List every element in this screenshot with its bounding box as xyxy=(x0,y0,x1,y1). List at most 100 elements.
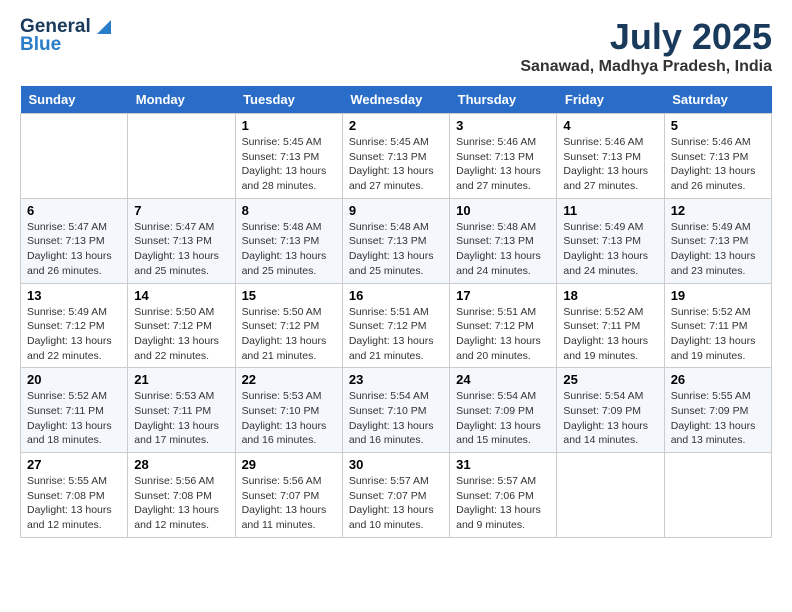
calendar-cell xyxy=(664,453,771,538)
calendar-cell: 15Sunrise: 5:50 AM Sunset: 7:12 PM Dayli… xyxy=(235,283,342,368)
calendar-cell: 10 Sunrise: 5:48 AM Sunset: 7:13 PM Dayli… xyxy=(450,198,557,283)
day-info: Sunrise: 5:48 AM Sunset: 7:13 PM Dayligh… xyxy=(456,220,550,279)
calendar-body: 1 Sunrise: 5:45 AM Sunset: 7:13 PM Daylig… xyxy=(21,114,772,538)
day-info: Sunrise: 5:55 AM Sunset: 7:09 PM Dayligh… xyxy=(671,389,765,448)
calendar-cell: 27Sunrise: 5:55 AM Sunset: 7:08 PM Dayli… xyxy=(21,453,128,538)
day-number: 6 xyxy=(27,203,121,218)
logo-icon xyxy=(93,16,115,38)
calendar-cell: 28 Sunrise: 5:56 AM Sunset: 7:08 PM Dayli… xyxy=(128,453,235,538)
calendar-week-row: 13 Sunrise: 5:49 AM Sunset: 7:12 PM Dayli… xyxy=(21,283,772,368)
day-number: 13 xyxy=(27,288,121,303)
day-info: Sunrise: 5:45 AM Sunset: 7:13 PM Dayligh… xyxy=(242,135,336,194)
day-number: 12 xyxy=(671,203,765,218)
day-number: 24 xyxy=(456,372,550,387)
calendar-table: SundayMondayTuesdayWednesdayThursdayFrid… xyxy=(20,86,772,538)
calendar-cell: 19 Sunrise: 5:52 AM Sunset: 7:11 PM Dayli… xyxy=(664,283,771,368)
day-info: Sunrise: 5:54 AM Sunset: 7:09 PM Dayligh… xyxy=(456,389,550,448)
calendar-cell: 8 Sunrise: 5:48 AM Sunset: 7:13 PM Daylig… xyxy=(235,198,342,283)
calendar-cell: 31Sunrise: 5:57 AM Sunset: 7:06 PM Dayli… xyxy=(450,453,557,538)
calendar-cell: 29 Sunrise: 5:56 AM Sunset: 7:07 PM Dayli… xyxy=(235,453,342,538)
calendar-cell: 23 Sunrise: 5:54 AM Sunset: 7:10 PM Dayli… xyxy=(342,368,449,453)
calendar-cell: 22 Sunrise: 5:53 AM Sunset: 7:10 PM Dayli… xyxy=(235,368,342,453)
day-info: Sunrise: 5:49 AM Sunset: 7:12 PM Dayligh… xyxy=(27,305,121,364)
day-of-week-header: Sunday xyxy=(21,86,128,114)
calendar-cell: 26 Sunrise: 5:55 AM Sunset: 7:09 PM Dayli… xyxy=(664,368,771,453)
day-number: 4 xyxy=(563,118,657,133)
day-info: Sunrise: 5:52 AM Sunset: 7:11 PM Dayligh… xyxy=(563,305,657,364)
calendar-cell xyxy=(21,114,128,199)
day-number: 8 xyxy=(242,203,336,218)
day-number: 29 xyxy=(242,457,336,472)
day-number: 22 xyxy=(242,372,336,387)
calendar-cell: 12 Sunrise: 5:49 AM Sunset: 7:13 PM Dayli… xyxy=(664,198,771,283)
calendar-cell: 5Sunrise: 5:46 AM Sunset: 7:13 PM Daylig… xyxy=(664,114,771,199)
calendar-cell: 3 Sunrise: 5:46 AM Sunset: 7:13 PM Daylig… xyxy=(450,114,557,199)
day-number: 7 xyxy=(134,203,228,218)
day-of-week-header: Wednesday xyxy=(342,86,449,114)
day-of-week-header: Thursday xyxy=(450,86,557,114)
day-number: 19 xyxy=(671,288,765,303)
calendar-cell: 13 Sunrise: 5:49 AM Sunset: 7:12 PM Dayli… xyxy=(21,283,128,368)
day-of-week-header: Saturday xyxy=(664,86,771,114)
calendar-header-row: SundayMondayTuesdayWednesdayThursdayFrid… xyxy=(21,86,772,114)
day-info: Sunrise: 5:50 AM Sunset: 7:12 PM Dayligh… xyxy=(134,305,228,364)
calendar-cell: 17 Sunrise: 5:51 AM Sunset: 7:12 PM Dayli… xyxy=(450,283,557,368)
day-info: Sunrise: 5:46 AM Sunset: 7:13 PM Dayligh… xyxy=(563,135,657,194)
location-title: Sanawad, Madhya Pradesh, India xyxy=(520,58,772,76)
calendar-cell: 20Sunrise: 5:52 AM Sunset: 7:11 PM Dayli… xyxy=(21,368,128,453)
logo-blue-text: Blue xyxy=(20,34,61,56)
day-number: 30 xyxy=(349,457,443,472)
day-number: 27 xyxy=(27,457,121,472)
day-info: Sunrise: 5:52 AM Sunset: 7:11 PM Dayligh… xyxy=(671,305,765,364)
day-number: 10 xyxy=(456,203,550,218)
day-number: 28 xyxy=(134,457,228,472)
day-info: Sunrise: 5:49 AM Sunset: 7:13 PM Dayligh… xyxy=(563,220,657,279)
day-of-week-header: Tuesday xyxy=(235,86,342,114)
day-info: Sunrise: 5:47 AM Sunset: 7:13 PM Dayligh… xyxy=(134,220,228,279)
day-number: 18 xyxy=(563,288,657,303)
day-number: 3 xyxy=(456,118,550,133)
calendar-cell: 2 Sunrise: 5:45 AM Sunset: 7:13 PM Daylig… xyxy=(342,114,449,199)
day-number: 2 xyxy=(349,118,443,133)
day-number: 23 xyxy=(349,372,443,387)
calendar-cell: 14Sunrise: 5:50 AM Sunset: 7:12 PM Dayli… xyxy=(128,283,235,368)
day-info: Sunrise: 5:57 AM Sunset: 7:07 PM Dayligh… xyxy=(349,474,443,533)
calendar-week-row: 1 Sunrise: 5:45 AM Sunset: 7:13 PM Daylig… xyxy=(21,114,772,199)
day-of-week-header: Friday xyxy=(557,86,664,114)
calendar-cell: 11 Sunrise: 5:49 AM Sunset: 7:13 PM Dayli… xyxy=(557,198,664,283)
day-info: Sunrise: 5:56 AM Sunset: 7:07 PM Dayligh… xyxy=(242,474,336,533)
calendar-cell: 25 Sunrise: 5:54 AM Sunset: 7:09 PM Dayli… xyxy=(557,368,664,453)
day-info: Sunrise: 5:53 AM Sunset: 7:11 PM Dayligh… xyxy=(134,389,228,448)
day-info: Sunrise: 5:46 AM Sunset: 7:13 PM Dayligh… xyxy=(456,135,550,194)
day-number: 15 xyxy=(242,288,336,303)
calendar-cell xyxy=(557,453,664,538)
calendar-cell: 16Sunrise: 5:51 AM Sunset: 7:12 PM Dayli… xyxy=(342,283,449,368)
calendar-cell: 30 Sunrise: 5:57 AM Sunset: 7:07 PM Dayli… xyxy=(342,453,449,538)
calendar-cell: 1 Sunrise: 5:45 AM Sunset: 7:13 PM Daylig… xyxy=(235,114,342,199)
day-number: 26 xyxy=(671,372,765,387)
title-block: July 2025 Sanawad, Madhya Pradesh, India xyxy=(520,16,772,76)
day-info: Sunrise: 5:54 AM Sunset: 7:10 PM Dayligh… xyxy=(349,389,443,448)
day-info: Sunrise: 5:53 AM Sunset: 7:10 PM Dayligh… xyxy=(242,389,336,448)
day-info: Sunrise: 5:54 AM Sunset: 7:09 PM Dayligh… xyxy=(563,389,657,448)
calendar-cell: 9Sunrise: 5:48 AM Sunset: 7:13 PM Daylig… xyxy=(342,198,449,283)
calendar-cell: 6Sunrise: 5:47 AM Sunset: 7:13 PM Daylig… xyxy=(21,198,128,283)
day-info: Sunrise: 5:51 AM Sunset: 7:12 PM Dayligh… xyxy=(456,305,550,364)
day-number: 11 xyxy=(563,203,657,218)
day-number: 5 xyxy=(671,118,765,133)
logo: General Blue xyxy=(20,16,115,56)
month-title: July 2025 xyxy=(520,16,772,58)
calendar-cell: 7 Sunrise: 5:47 AM Sunset: 7:13 PM Daylig… xyxy=(128,198,235,283)
day-info: Sunrise: 5:45 AM Sunset: 7:13 PM Dayligh… xyxy=(349,135,443,194)
day-number: 1 xyxy=(242,118,336,133)
day-info: Sunrise: 5:48 AM Sunset: 7:13 PM Dayligh… xyxy=(242,220,336,279)
day-number: 17 xyxy=(456,288,550,303)
day-info: Sunrise: 5:49 AM Sunset: 7:13 PM Dayligh… xyxy=(671,220,765,279)
day-info: Sunrise: 5:51 AM Sunset: 7:12 PM Dayligh… xyxy=(349,305,443,364)
day-number: 25 xyxy=(563,372,657,387)
calendar-cell: 21Sunrise: 5:53 AM Sunset: 7:11 PM Dayli… xyxy=(128,368,235,453)
calendar-cell xyxy=(128,114,235,199)
day-info: Sunrise: 5:52 AM Sunset: 7:11 PM Dayligh… xyxy=(27,389,121,448)
day-info: Sunrise: 5:56 AM Sunset: 7:08 PM Dayligh… xyxy=(134,474,228,533)
calendar-cell: 24 Sunrise: 5:54 AM Sunset: 7:09 PM Dayli… xyxy=(450,368,557,453)
